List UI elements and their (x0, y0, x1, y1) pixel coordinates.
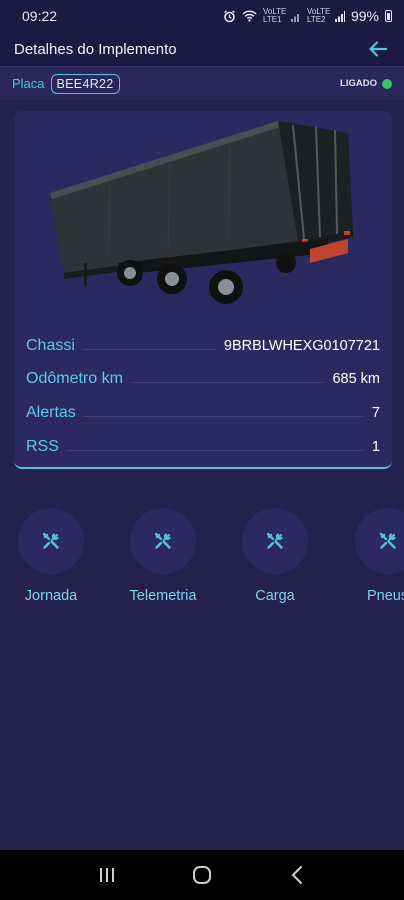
plate-label: Placa (12, 76, 45, 91)
home-icon (192, 866, 211, 884)
status-icons: VoLTE LTE1 VoLTE LTE2 99% (223, 8, 392, 24)
detail-label: Odômetro km (26, 370, 123, 387)
detail-label: Chassi (26, 337, 75, 354)
shortcut-label: Telemetria (129, 588, 197, 604)
shortcut-carga[interactable]: Carga (226, 508, 324, 604)
detail-value: 1 (371, 439, 380, 455)
shortcut-label: Pneus (367, 588, 404, 604)
detail-row-odometer: Odômetro km 685 km (26, 366, 380, 392)
shortcut-label: Carga (255, 588, 295, 604)
signal-1-label: VoLTE LTE1 (262, 7, 287, 24)
tools-icon (379, 532, 396, 549)
arrow-left-icon (369, 41, 387, 57)
engine-status-dot (382, 78, 392, 89)
back-button[interactable] (366, 37, 390, 61)
page-title: Detalhes do Implemento (14, 40, 177, 58)
engine-status-text: LIGADO (340, 78, 377, 89)
detail-value: 7 (371, 405, 380, 421)
plate-row: Placa BEE4R22 LIGADO (0, 66, 404, 100)
recent-apps-icon (100, 868, 115, 882)
detail-row-alerts: Alertas 7 (26, 400, 380, 426)
recent-apps-button[interactable] (87, 855, 127, 895)
implement-card: Chassi 9BRBLWHEXG0107721 Odômetro km 685… (14, 111, 392, 469)
system-back-button[interactable] (277, 855, 317, 895)
status-bar: 09:22 VoLTE LTE1 VoLTE LTE2 99% (0, 0, 404, 32)
shortcut-jornada[interactable]: Jornada (2, 508, 100, 604)
tools-icon (154, 532, 171, 549)
signal-icon (334, 10, 345, 22)
detail-row-chassis: Chassi 9BRBLWHEXG0107721 (26, 333, 380, 359)
app-bar: Detalhes do Implemento (0, 32, 404, 66)
detail-value: 685 km (332, 371, 380, 387)
detail-label: RSS (26, 438, 59, 455)
plate-value: BEE4R22 (50, 73, 120, 94)
tools-icon (266, 532, 283, 549)
system-nav-bar (0, 850, 404, 900)
signal-icon (290, 13, 299, 22)
tools-icon (42, 532, 59, 549)
battery-icon (385, 10, 392, 22)
battery-level: 99% (350, 8, 379, 24)
shortcut-label: Jornada (24, 588, 78, 604)
alarm-icon (224, 9, 235, 22)
detail-row-rss: RSS 1 (26, 434, 380, 460)
trailer-image (50, 121, 353, 304)
detail-value: 9BRBLWHEXG0107721 (223, 338, 380, 354)
shortcut-telemetria[interactable]: Telemetria (114, 508, 212, 604)
status-time: 09:22 (22, 8, 58, 24)
chevron-left-icon (291, 866, 302, 884)
shortcut-pneus[interactable]: Pneus (339, 508, 404, 604)
wifi-icon (242, 10, 257, 22)
home-button[interactable] (182, 855, 222, 895)
detail-label: Alertas (26, 404, 76, 421)
signal-2-label: VoLTE LTE2 (306, 7, 331, 24)
